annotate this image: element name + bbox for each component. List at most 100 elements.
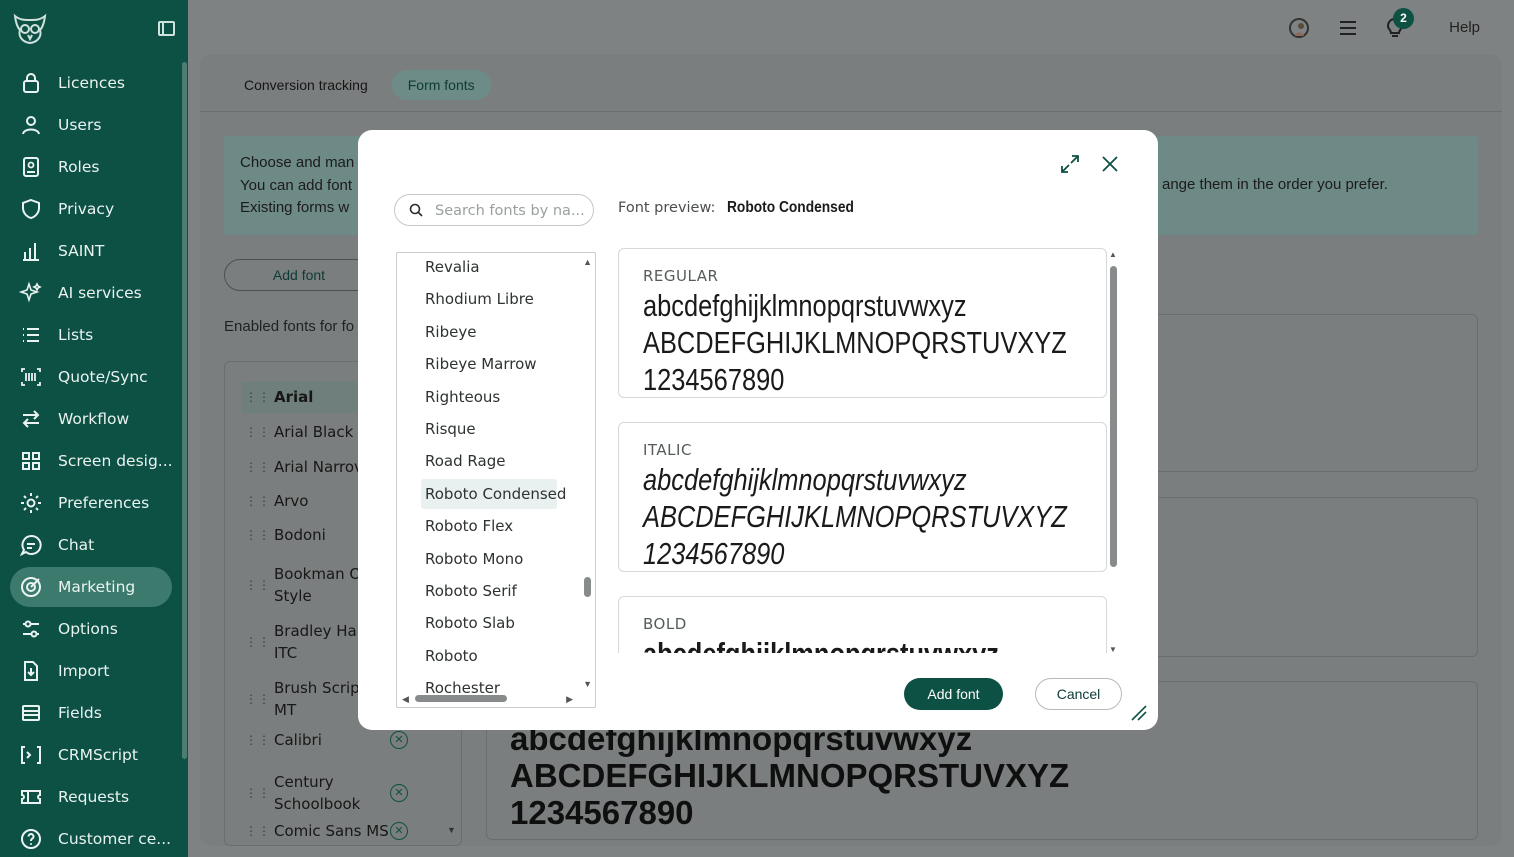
sidebar-item-options[interactable]: Options — [10, 609, 172, 649]
preview-line: ABCDEFGHIJKLMNOPQRSTUVXYZ — [643, 499, 1067, 534]
font-name-line: Bookman O — [274, 565, 362, 583]
sidebar-item-licences[interactable]: Licences — [10, 63, 172, 103]
font-name-line: Century — [274, 773, 334, 791]
drag-handle-icon[interactable]: ⋮⋮ — [245, 734, 270, 746]
scroll-up-icon[interactable]: ▲ — [1109, 250, 1117, 259]
scroll-up-icon[interactable]: ▲ — [583, 257, 592, 267]
resize-handle-icon[interactable] — [1128, 702, 1148, 722]
avatar[interactable] — [1288, 17, 1310, 39]
sidebar-item-label: Users — [58, 116, 102, 134]
scroll-right-icon[interactable]: ▶ — [566, 694, 573, 705]
font-list-item[interactable]: Roboto Serif — [421, 576, 521, 606]
divider — [200, 111, 1502, 112]
sidebar-item-privacy[interactable]: Privacy — [10, 189, 172, 229]
cancel-button[interactable]: Cancel — [1035, 678, 1122, 710]
remove-font-icon[interactable]: ✕ — [390, 731, 408, 749]
close-icon[interactable] — [1098, 152, 1122, 176]
font-name-line: Arial — [274, 388, 314, 406]
drag-handle-icon[interactable]: ⋮⋮ — [245, 426, 270, 438]
sidebar-item-label: SAINT — [58, 242, 105, 260]
drag-handle-icon[interactable]: ⋮⋮ — [245, 461, 270, 473]
drag-handle-icon[interactable]: ⋮⋮ — [245, 529, 270, 541]
drag-handle-icon[interactable]: ⋮⋮ — [245, 825, 270, 837]
sidebar-item-label: Marketing — [58, 578, 136, 596]
sidebar-item-crmscript[interactable]: CRMScript — [10, 735, 172, 775]
preview-title: ITALIC — [643, 441, 692, 459]
sample-upper: ABCDEFGHIJKLMNOPQRSTUVXYZ — [510, 757, 1070, 794]
scroll-down-icon[interactable]: ▼ — [1109, 645, 1117, 654]
enabled-font-row[interactable]: ⋮⋮ Century Schoolbook ✕ — [241, 770, 461, 816]
sidebar-item-chat[interactable]: Chat — [10, 525, 172, 565]
chat-icon — [19, 533, 43, 557]
font-list-item[interactable]: Roboto — [421, 641, 482, 671]
font-list-item[interactable]: Ribeye — [421, 317, 480, 347]
menu-icon[interactable] — [1338, 19, 1358, 42]
sidebar-item-label: Options — [58, 620, 118, 638]
tab-form-fonts[interactable]: Form fonts — [391, 70, 491, 100]
scroll-down-icon[interactable]: ▼ — [583, 679, 592, 689]
remove-font-icon[interactable]: ✕ — [390, 784, 408, 802]
drag-handle-icon[interactable]: ⋮⋮ — [245, 391, 270, 403]
sidebar-item-lists[interactable]: Lists — [10, 315, 172, 355]
arrows-icon — [19, 407, 43, 431]
enabled-font-name: Calibri — [274, 729, 322, 751]
drag-handle-icon[interactable]: ⋮⋮ — [245, 636, 270, 648]
sidebar-item-workflow[interactable]: Workflow — [10, 399, 172, 439]
font-list-item[interactable]: Ribeye Marrow — [421, 349, 541, 379]
sidebar-item-quote-sync[interactable]: Quote/Sync — [10, 357, 172, 397]
help-link[interactable]: Help — [1449, 19, 1480, 36]
drag-handle-icon[interactable]: ⋮⋮ — [245, 579, 270, 591]
sidebar-scrollbar[interactable] — [182, 62, 187, 759]
drag-handle-icon[interactable]: ⋮⋮ — [245, 787, 270, 799]
sidebar-item-label: Customer ce... — [58, 830, 172, 848]
preview-scrollbar[interactable]: ▲ ▼ — [1108, 250, 1118, 654]
enabled-font-name: Comic Sans MS — [274, 820, 389, 842]
font-list-item[interactable]: Roboto Condensed — [421, 478, 566, 509]
add-font-button[interactable]: Add font — [904, 678, 1003, 710]
collapse-sidebar-icon[interactable] — [158, 21, 175, 36]
font-list-item[interactable]: Road Rage — [421, 446, 509, 476]
vertical-scrollbar-thumb[interactable] — [584, 577, 591, 597]
font-list[interactable]: Revalia Rhodium Libre Ribeye Ribeye Marrow R… — [396, 252, 596, 708]
font-list-item[interactable]: Roboto Mono — [421, 544, 527, 574]
sidebar-item-preferences[interactable]: Preferences — [10, 483, 172, 523]
sidebar-item-import[interactable]: Import — [10, 651, 172, 691]
sidebar-item-fields[interactable]: Fields — [10, 693, 172, 733]
font-list-item[interactable]: Revalia — [421, 253, 484, 282]
list-scroll-down-icon[interactable]: ▼ — [447, 825, 456, 835]
owl-logo-icon[interactable] — [12, 12, 48, 46]
font-list-item[interactable]: Roboto Flex — [421, 511, 517, 541]
drag-handle-icon[interactable]: ⋮⋮ — [245, 495, 270, 507]
expand-icon[interactable] — [1058, 152, 1082, 176]
font-list-item[interactable]: Rhodium Libre — [421, 284, 538, 314]
sidebar-item-label: Workflow — [58, 410, 130, 428]
font-list-item[interactable]: Risque — [421, 414, 480, 444]
user-icon — [19, 113, 43, 137]
sidebar-item-users[interactable]: Users — [10, 105, 172, 145]
font-list-item[interactable]: Righteous — [421, 382, 504, 412]
font-name-line: Bodoni — [274, 526, 326, 544]
sidebar-item-requests[interactable]: Requests — [10, 777, 172, 817]
drag-handle-icon[interactable]: ⋮⋮ — [245, 693, 270, 705]
horizontal-scrollbar-thumb[interactable] — [415, 695, 507, 702]
remove-font-icon[interactable]: ✕ — [390, 822, 408, 840]
sidebar-item-ai-services[interactable]: AI services — [10, 273, 172, 313]
font-name-line: Schoolbook — [274, 795, 361, 813]
sidebar-item-saint[interactable]: SAINT — [10, 231, 172, 271]
sidebar-item-customer-ce[interactable]: Customer ce... — [10, 819, 172, 857]
preview-line: abcdefghijklmnopqrstuvwxyz — [643, 288, 967, 323]
preview-line: 1234567890 — [643, 536, 785, 571]
scroll-left-icon[interactable]: ◀ — [402, 694, 409, 705]
tab-conversion-tracking[interactable]: Conversion tracking — [228, 70, 384, 100]
font-search-field[interactable] — [394, 194, 594, 226]
enabled-font-row[interactable]: ⋮⋮ Comic Sans MS ✕ — [241, 815, 461, 847]
preview-scrollbar-thumb[interactable] — [1110, 266, 1117, 567]
add-font-button-bg[interactable]: Add font — [224, 259, 374, 291]
sidebar-item-label: Import — [58, 662, 110, 680]
search-input[interactable] — [435, 200, 585, 222]
sidebar-item-screen-desig[interactable]: Screen desig... — [10, 441, 173, 481]
font-preview-label: Font preview: — [618, 200, 716, 216]
font-list-item[interactable]: Roboto Slab — [421, 608, 519, 638]
sidebar-item-roles[interactable]: Roles — [10, 147, 172, 187]
sidebar-item-marketing[interactable]: Marketing — [10, 567, 172, 607]
